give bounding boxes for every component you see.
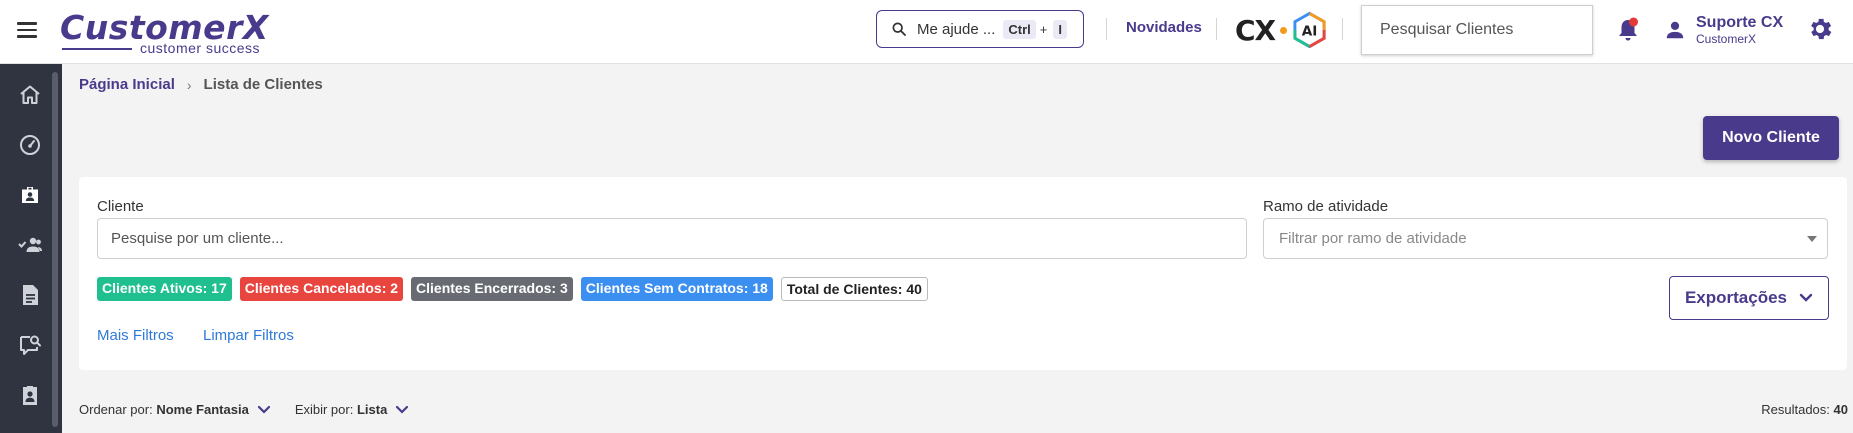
sort-bar: Ordenar por: Nome Fantasia Exibir por: L… <box>79 402 409 417</box>
novidades-link[interactable]: Novidades <box>1126 19 1202 36</box>
help-search-button[interactable]: Me ajude ... Ctrl + I <box>876 10 1084 48</box>
user-menu[interactable]: Suporte CX CustomerX <box>1664 10 1783 50</box>
cx-ai-button[interactable]: CX AI <box>1235 10 1327 50</box>
notifications-bell-icon[interactable] <box>1614 16 1642 44</box>
sidebar-item-support[interactable] <box>14 329 46 361</box>
divider <box>1216 18 1217 40</box>
dashboard-gauge-icon <box>20 135 40 155</box>
user-icon <box>1666 21 1684 39</box>
badge-no-contract-clients[interactable]: Clientes Sem Contratos: 18 <box>580 277 773 301</box>
customerx-logo[interactable]: CustomerX customer success <box>60 10 270 57</box>
chevron-down-icon <box>257 405 270 414</box>
logo-sub-text: customer success <box>140 40 261 56</box>
clients-briefcase-icon <box>22 187 38 203</box>
clipboard-user-icon <box>23 386 37 405</box>
ramo-select[interactable]: Filtrar por ramo de atividade <box>1263 218 1828 259</box>
divider <box>1342 18 1343 40</box>
chevron-down-icon <box>1799 293 1813 302</box>
menu-hamburger-icon[interactable] <box>14 18 40 44</box>
results-value: 40 <box>1833 402 1848 417</box>
breadcrumb: Página Inicial › Lista de Clientes <box>79 76 323 93</box>
chevron-down-icon <box>396 405 409 414</box>
more-filters-link[interactable]: Mais Filtros <box>97 327 174 344</box>
team-check-icon <box>18 237 42 252</box>
document-icon <box>23 285 38 305</box>
exports-dropdown-button[interactable]: Exportações <box>1669 276 1829 320</box>
user-name: Suporte CX <box>1696 14 1784 31</box>
ai-hexagon-icon: AI <box>1293 11 1326 49</box>
client-search-input[interactable] <box>97 218 1247 259</box>
view-by-label: Exibir por: <box>294 402 354 417</box>
sidebar-item-dashboard[interactable] <box>14 129 46 161</box>
sidebar-item-contacts[interactable] <box>14 379 46 411</box>
status-badges: Clientes Ativos: 17 Clientes Cancelados:… <box>97 277 928 301</box>
shortcut-key-ctrl: Ctrl <box>1003 19 1036 39</box>
ramo-label: Ramo de atividade <box>1263 198 1389 215</box>
cx-dot-icon <box>1280 26 1287 34</box>
caret-down-icon <box>1807 236 1817 242</box>
view-by-dropdown[interactable]: Exibir por: Lista <box>295 402 410 417</box>
badge-total-clients[interactable]: Total de Clientes: 40 <box>780 277 928 301</box>
divider <box>1106 18 1107 40</box>
order-by-label: Ordenar por: <box>79 402 153 417</box>
ai-text: AI <box>1302 23 1318 39</box>
filter-card: Cliente Ramo de atividade Filtrar por ra… <box>79 177 1847 370</box>
badge-active-clients[interactable]: Clientes Ativos: 17 <box>97 277 232 301</box>
shortcut-key-i: I <box>1053 19 1067 39</box>
badge-closed-clients[interactable]: Clientes Encerrados: 3 <box>411 277 573 301</box>
view-by-value: Lista <box>356 402 388 417</box>
results-label: Resultados: <box>1761 402 1830 417</box>
settings-gear-icon[interactable] <box>1806 15 1834 43</box>
sidebar-item-team[interactable] <box>14 229 46 261</box>
sidebar-item-clients[interactable] <box>14 179 46 211</box>
search-icon <box>892 22 906 36</box>
breadcrumb-home-link[interactable]: Página Inicial <box>79 76 175 93</box>
shortcut-plus: + <box>1039 21 1048 37</box>
exports-label: Exportações <box>1684 288 1788 307</box>
chat-search-icon <box>20 335 41 355</box>
home-icon <box>20 85 40 104</box>
chevron-right-icon: › <box>186 76 192 93</box>
sidebar-scrollbar[interactable] <box>52 72 58 427</box>
clear-filters-link[interactable]: Limpar Filtros <box>203 327 294 344</box>
order-by-value: Nome Fantasia <box>156 402 249 417</box>
user-organization: CustomerX <box>1696 32 1757 46</box>
cliente-label: Cliente <box>97 198 144 215</box>
sidebar-item-home[interactable] <box>14 79 46 111</box>
breadcrumb-current: Lista de Clientes <box>203 76 323 93</box>
sidebar-item-documents[interactable] <box>14 279 46 311</box>
sidebar <box>0 64 62 433</box>
ramo-placeholder: Filtrar por ramo de atividade <box>1279 230 1467 247</box>
top-bar: CustomerX customer success Me ajude ... … <box>0 0 1853 64</box>
badge-cancelled-clients[interactable]: Clientes Cancelados: 2 <box>239 277 404 301</box>
help-text: Me ajude ... <box>917 20 996 38</box>
new-client-button[interactable]: Novo Cliente <box>1703 116 1839 160</box>
cx-ai-logo-text: CX <box>1235 13 1276 47</box>
search-clients-input[interactable] <box>1361 5 1593 55</box>
results-count: Resultados: 40 <box>1761 402 1848 417</box>
order-by-dropdown[interactable]: Ordenar por: Nome Fantasia <box>79 402 271 417</box>
